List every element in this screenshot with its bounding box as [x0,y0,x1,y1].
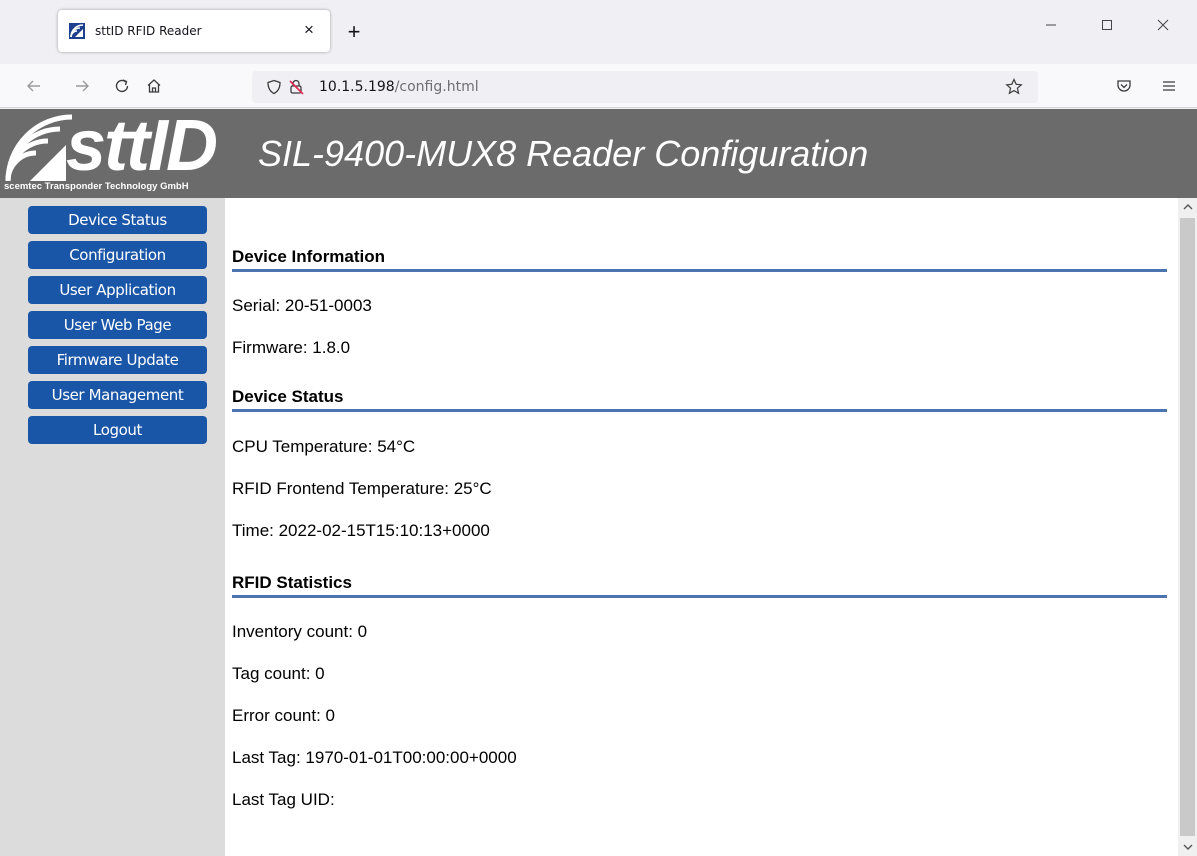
firmware-value: Firmware: 1.8.0 [232,338,351,357]
vertical-scrollbar[interactable] [1178,198,1197,856]
tab-title: sttID RFID Reader [95,24,202,38]
section-title: Device Status [232,387,344,406]
tag-count-value: Tag count: 0 [232,664,325,683]
inventory-count-value: Inventory count: 0 [232,622,368,641]
reload-icon [115,79,129,93]
back-button[interactable] [20,72,48,100]
hamburger-icon [1163,81,1175,91]
arrow-left-icon [27,80,40,92]
insecure-lock-icon[interactable] [287,78,305,96]
last-tag-uid-value: Last Tag UID: [232,790,335,809]
section-title: RFID Statistics [232,573,352,592]
sidebar: Device Status Configuration User Applica… [0,198,225,856]
serial-value: Serial: 20-51-0003 [232,296,372,315]
address-bar[interactable]: 10.1.5.198/config.html [252,71,1038,103]
cpu-temperature-value: CPU Temperature: 54°C [232,437,416,456]
url-host: 10.1.5.198 [319,79,395,95]
pocket-icon [1117,80,1131,92]
reload-button[interactable] [108,72,136,100]
new-tab-button[interactable]: + [340,18,368,46]
sttid-favicon-icon [69,23,85,39]
home-button[interactable] [140,72,168,100]
sidebar-item-firmware-update[interactable]: Firmware Update [28,346,207,374]
arrow-right-icon [76,80,89,92]
sidebar-item-device-status[interactable]: Device Status [28,206,207,234]
window-maximize-button[interactable] [1084,18,1130,46]
navigation-toolbar: 10.1.5.198/config.html [0,64,1197,108]
shield-icon[interactable] [266,79,282,95]
url-path: /config.html [394,79,479,95]
minimize-icon [1046,24,1056,26]
maximize-icon [1102,20,1112,30]
sidebar-item-logout[interactable]: Logout [28,416,207,444]
time-value: Time: 2022-02-15T15:10:13+0000 [232,521,490,540]
window-minimize-button[interactable] [1028,18,1074,46]
forward-button[interactable] [68,72,96,100]
page-header: sttID scemtec Transponder Technology Gmb… [0,109,1197,198]
main-content: Device Information Serial: 20-51-0003 Fi… [225,198,1178,856]
url-text[interactable]: 10.1.5.198/config.html [319,79,479,95]
page-title: SIL-9400-MUX8 Reader Configuration [258,133,869,174]
last-tag-value: Last Tag: 1970-01-01T00:00:00+0000 [232,748,517,767]
home-icon [147,79,161,93]
logo-wordmark: sttID [66,109,218,186]
pocket-button[interactable] [1110,72,1138,100]
sttid-logo: sttID scemtec Transponder Technology Gmb… [0,109,250,198]
error-count-value: Error count: 0 [232,706,335,725]
sidebar-item-user-management[interactable]: User Management [28,381,207,409]
logo-subtitle: scemtec Transponder Technology GmbH [4,181,189,192]
sidebar-item-configuration[interactable]: Configuration [28,241,207,269]
star-icon[interactable] [1004,77,1024,97]
close-icon [1157,19,1169,31]
window-close-button[interactable] [1140,18,1186,46]
web-page: sttID scemtec Transponder Technology Gmb… [0,109,1197,856]
section-device-status: Device Status [232,385,1167,412]
section-title: Device Information [232,247,386,266]
browser-tab[interactable]: sttID RFID Reader × [58,10,330,52]
section-device-information: Device Information [232,245,1167,272]
section-rfid-statistics: RFID Statistics [232,571,1167,598]
chevron-up-icon[interactable] [1181,200,1195,214]
app-menu-button[interactable] [1155,72,1183,100]
sidebar-item-user-application[interactable]: User Application [28,276,207,304]
chevron-down-icon[interactable] [1181,840,1195,854]
rfid-temperature-value: RFID Frontend Temperature: 25°C [232,479,492,498]
tab-close-icon[interactable]: × [298,19,320,41]
scrollbar-thumb[interactable] [1180,218,1195,836]
sidebar-item-user-web-page[interactable]: User Web Page [28,311,207,339]
tab-strip: sttID RFID Reader × + [0,0,1197,64]
